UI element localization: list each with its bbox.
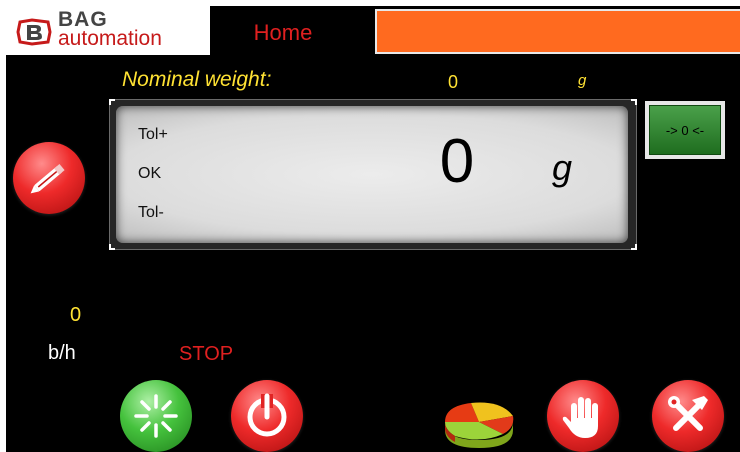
nominal-weight-label: Nominal weight: <box>122 68 272 91</box>
power-icon <box>247 393 287 437</box>
display-corner-mark <box>631 244 637 250</box>
logo-text-automation: automation <box>58 27 162 50</box>
display-corner-mark <box>631 99 637 105</box>
display-corner-mark <box>109 244 115 250</box>
header-message-bar <box>375 9 740 54</box>
brand-logo: BAG automation <box>6 6 210 55</box>
bag-rate-unit: b/h <box>48 342 76 364</box>
tools-icon <box>668 396 708 431</box>
hand-icon <box>562 397 598 438</box>
nominal-weight-unit: g <box>578 72 587 89</box>
hmi-screen: BAG automation Home Nominal weight: 0 g … <box>6 6 740 452</box>
start-button[interactable] <box>120 380 192 452</box>
manual-mode-button[interactable] <box>547 380 619 452</box>
pie-chart-icon <box>445 402 514 448</box>
bag-rate-value: 0 <box>70 304 82 326</box>
machine-status-text: STOP <box>179 343 234 365</box>
tolerance-ok-label: OK <box>138 165 162 182</box>
current-weight-value: 0 <box>439 127 475 196</box>
display-corner-mark <box>109 99 115 105</box>
pen-icon <box>30 164 65 194</box>
settings-tools-button[interactable] <box>652 380 724 452</box>
current-weight-unit: g <box>552 147 573 188</box>
tolerance-minus-label: Tol- <box>138 204 164 221</box>
sparkle-icon <box>134 394 178 438</box>
zero-tare-button-label: -> 0 <- <box>665 122 705 138</box>
zero-tare-button[interactable]: -> 0 <- <box>645 101 725 159</box>
nominal-weight-value[interactable]: 0 <box>440 72 466 93</box>
zero-tare-button-face: -> 0 <- <box>649 105 721 155</box>
weight-display-panel: Tol+ OK Tol- 0 g <box>109 99 637 250</box>
statistics-button[interactable] <box>441 378 517 450</box>
tab-home[interactable]: Home <box>214 12 374 54</box>
tolerance-plus-label: Tol+ <box>138 126 168 143</box>
tab-home-label: Home <box>253 20 313 45</box>
bag-logo-icon <box>16 18 52 46</box>
edit-button[interactable] <box>13 142 85 214</box>
weight-display-screen: Tol+ OK Tol- 0 g <box>116 106 628 243</box>
stop-button[interactable] <box>231 380 303 452</box>
